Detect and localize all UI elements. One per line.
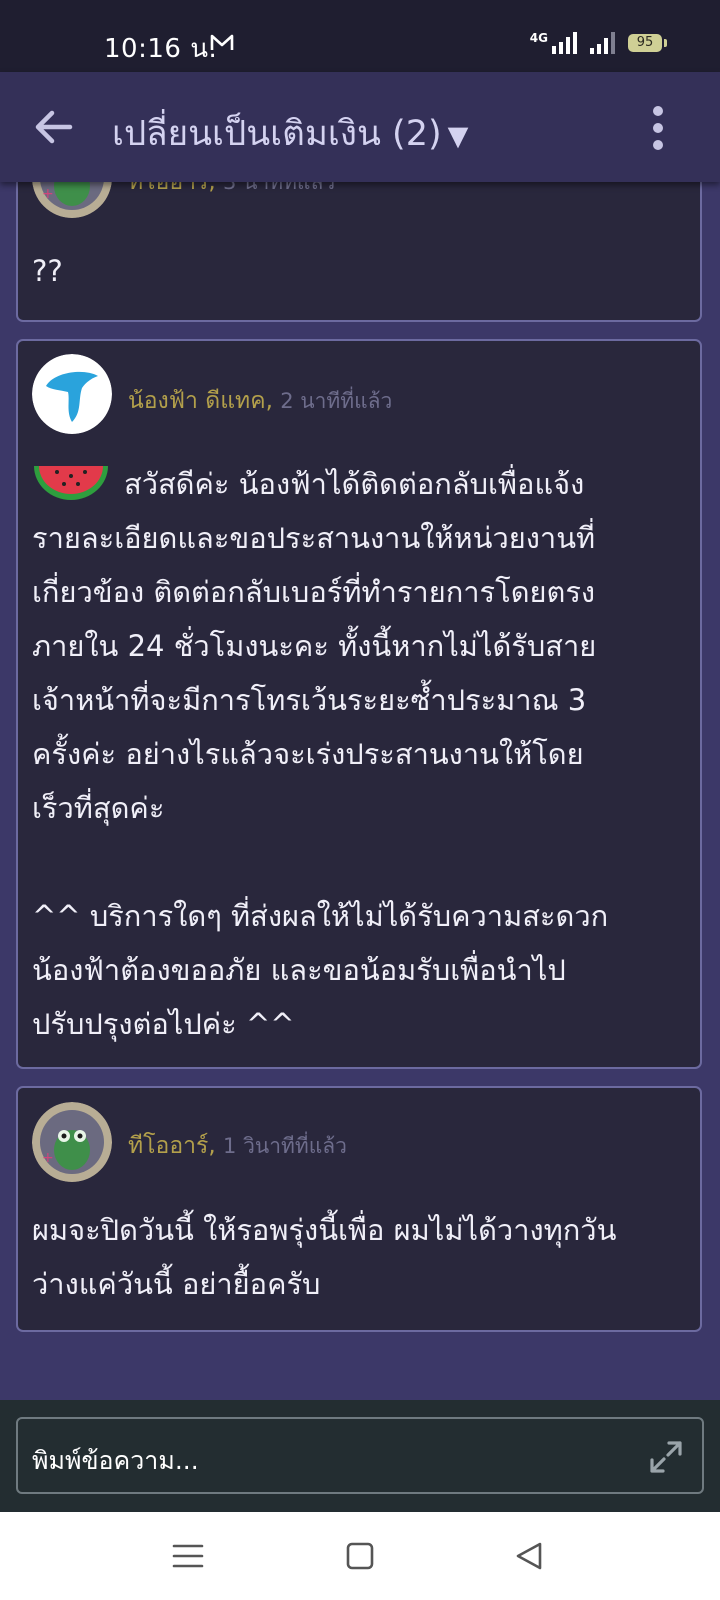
comment-meta: ทีโออาร์, 3 นาทีที่แล้ว [128, 182, 335, 200]
comment-author[interactable]: น้องฟ้า ดีแทค, [128, 388, 273, 414]
system-nav-bar [0, 1512, 720, 1600]
app-bar: เปลี่ยนเป็นเติมเงิน (2) ▼ [0, 72, 720, 182]
back-triangle-icon[interactable] [512, 1540, 548, 1572]
comment-body-text: สวัสดีค่ะ น้องฟ้าได้ติดต่อกลับเพื่อแจ้ง … [32, 467, 609, 1041]
mail-icon [210, 34, 234, 50]
thread-title[interactable]: เปลี่ยนเป็นเติมเงิน (2) ▼ [112, 106, 468, 161]
comment-feed[interactable]: + ทีโออาร์, 3 นาทีที่แล้ว ?? น้องฟ้า ดีแ… [0, 182, 720, 1400]
comment-meta: น้องฟ้า ดีแทค, 2 นาทีที่แล้ว [128, 383, 392, 419]
svg-text:+: + [42, 1150, 54, 1166]
comment-card: น้องฟ้า ดีแทค, 2 นาทีที่แล้ว สวัสดีค่ะ น… [16, 339, 702, 1069]
status-indicators: 4G 95 [529, 31, 667, 54]
title-dropdown-icon: ▼ [447, 121, 469, 152]
signal-icon [590, 32, 615, 54]
frog-sticker-avatar[interactable]: + [32, 182, 112, 218]
message-input[interactable]: พิมพ์ข้อความ... [16, 1417, 704, 1494]
network-type-label: 4G [529, 31, 548, 45]
battery-icon: 95 [628, 34, 667, 52]
comment-time: 1 วินาทีที่แล้ว [223, 1134, 347, 1158]
comment-card: + ทีโออาร์, 3 นาทีที่แล้ว ?? [16, 182, 702, 322]
back-arrow-icon[interactable] [30, 105, 78, 149]
watermelon-icon [34, 466, 108, 500]
dtac-logo-avatar[interactable] [32, 354, 112, 434]
composer-area: พิมพ์ข้อความ... [0, 1400, 720, 1512]
home-square-icon[interactable] [342, 1540, 378, 1572]
svg-text:+: + [42, 186, 54, 202]
comment-author[interactable]: ทีโออาร์, [128, 1133, 216, 1159]
status-time: 10:16 น. [104, 34, 218, 64]
menu-icon[interactable] [170, 1540, 206, 1572]
comment-body: สวัสดีค่ะ น้องฟ้าได้ติดต่อกลับเพื่อแจ้ง … [32, 457, 686, 1051]
comment-meta: ทีโออาร์, 1 วินาทีที่แล้ว [128, 1128, 347, 1164]
comment-body: ผมจะปิดวันนี้ ให้รอพรุ่งนี้เพื่อ ผมไม่ได… [32, 1213, 617, 1301]
comment-time: 3 นาทีที่แล้ว [223, 182, 336, 194]
comment-author[interactable]: ทีโออาร์, [128, 182, 216, 195]
more-vert-icon[interactable] [638, 103, 678, 153]
comment-card: + ทีโออาร์, 1 วินาทีที่แล้ว ผมจะปิดวันนี… [16, 1086, 702, 1332]
signal-4g-icon [552, 32, 577, 54]
thread-title-text: เปลี่ยนเป็นเติมเงิน (2) [112, 114, 442, 154]
frog-sticker-avatar[interactable]: + [32, 1102, 112, 1182]
comment-body: ?? [32, 254, 63, 288]
message-placeholder: พิมพ์ข้อความ... [32, 1446, 199, 1475]
expand-icon[interactable] [648, 1439, 684, 1475]
comment-time: 2 นาทีที่แล้ว [280, 389, 393, 413]
status-bar: 10:16 น. 4G 95 [0, 0, 720, 72]
